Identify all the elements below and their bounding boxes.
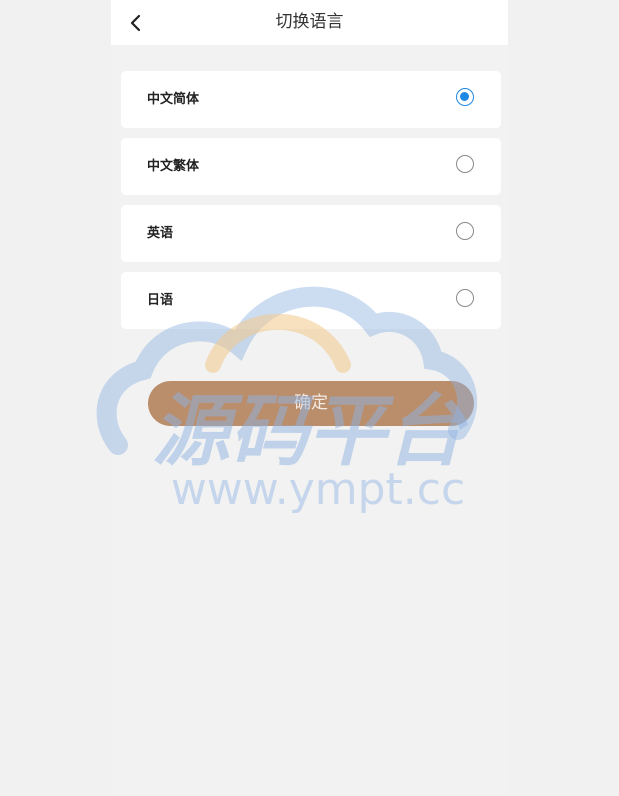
language-option-label: 英语 bbox=[147, 226, 174, 241]
radio-unselected[interactable] bbox=[456, 155, 474, 173]
confirm-button[interactable]: 确定 bbox=[148, 381, 474, 426]
phone-screen: 切换语言 中文简体 中文繁体 英语 日语 确定 bbox=[111, 0, 508, 796]
language-option-label: 日语 bbox=[147, 293, 174, 308]
language-option-simplified-chinese[interactable]: 中文简体 bbox=[121, 71, 501, 128]
language-option-traditional-chinese[interactable]: 中文繁体 bbox=[121, 138, 501, 195]
language-option-label: 中文繁体 bbox=[147, 159, 200, 174]
radio-selected[interactable] bbox=[456, 88, 474, 106]
radio-unselected[interactable] bbox=[456, 289, 474, 307]
language-option-japanese[interactable]: 日语 bbox=[121, 272, 501, 329]
language-option-english[interactable]: 英语 bbox=[121, 205, 501, 262]
language-list: 中文简体 中文繁体 英语 日语 bbox=[121, 71, 501, 339]
page-title: 切换语言 bbox=[275, 12, 344, 32]
top-bar: 切换语言 bbox=[111, 0, 508, 45]
back-button[interactable] bbox=[121, 8, 151, 38]
radio-unselected[interactable] bbox=[456, 222, 474, 240]
chevron-left-icon bbox=[130, 14, 141, 32]
language-option-label: 中文简体 bbox=[147, 92, 200, 107]
